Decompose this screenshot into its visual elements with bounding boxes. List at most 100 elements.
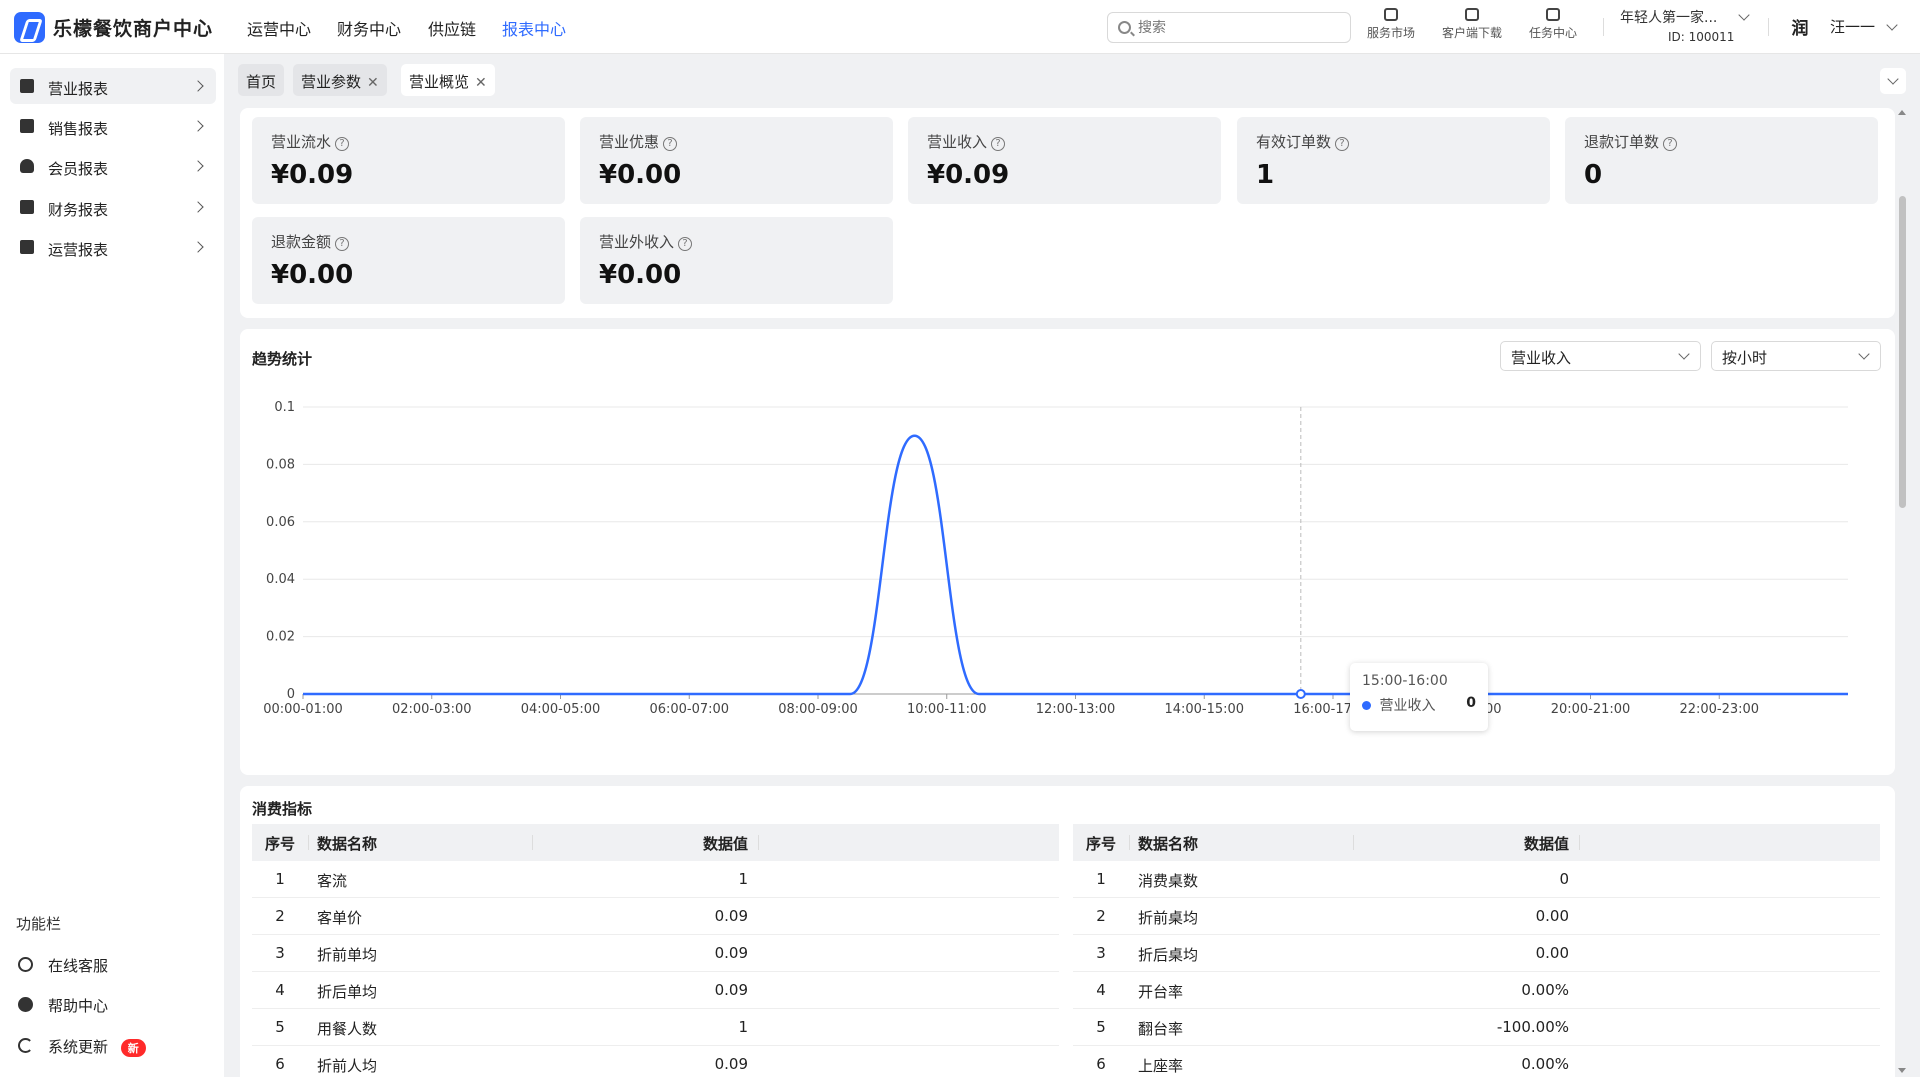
- nav-finance[interactable]: 财务中心: [337, 16, 401, 40]
- cell-index: 4: [275, 981, 285, 999]
- kpi-value: 1: [1256, 160, 1275, 190]
- y-tick-label: 0.08: [266, 457, 295, 472]
- sidebar: 营业报表 销售报表 会员报表 财务报表 运营报表 功能栏 在线客服 帮助中心 系…: [0, 54, 224, 1077]
- question-icon[interactable]: ?: [335, 137, 350, 151]
- kpi-panel: 营业流水? ¥0.09 营业优惠? ¥0.00 营业收入? ¥0.09 有效订单…: [240, 108, 1895, 318]
- cell-name: 用餐人数: [317, 1020, 378, 1038]
- user-menu[interactable]: 汪一一: [1830, 16, 1898, 37]
- sidebar-item-operation-report[interactable]: 运营报表: [10, 229, 216, 265]
- task-center-button[interactable]: 任务中心: [1518, 8, 1588, 41]
- kpi-card: 营业优惠? ¥0.00: [580, 117, 893, 204]
- cell-name: 折后单均: [317, 983, 378, 1001]
- avatar[interactable]: 润: [1787, 14, 1813, 40]
- metric-select[interactable]: 营业收入: [1500, 341, 1701, 371]
- kpi-title: 营业流水?: [271, 131, 565, 152]
- x-tick-label: 06:00-07:00: [649, 702, 729, 717]
- chevron-right-icon: [192, 80, 204, 92]
- divider: [1768, 18, 1769, 36]
- x-tick-label: 08:00-09:00: [778, 702, 858, 717]
- cell-value: 1: [738, 1018, 748, 1036]
- cell-value: 0.09: [714, 981, 748, 999]
- col-value: 数据值: [702, 835, 748, 853]
- nav-operations[interactable]: 运营中心: [247, 16, 311, 40]
- cell-value: 0.09: [714, 907, 748, 925]
- tab-business-params[interactable]: 营业参数 ✕: [293, 64, 387, 96]
- consumption-table-left: 序号 数据名称 数据值 1 客流 1 2 客单价 0.09 3 折前单均 0.09 4 折后单…: [252, 824, 1059, 1077]
- kpi-title: 营业优惠?: [599, 131, 893, 152]
- chevron-down-icon: [1886, 19, 1898, 31]
- question-icon[interactable]: ?: [1663, 137, 1678, 151]
- kpi-card: 有效订单数? 1: [1237, 117, 1550, 204]
- bank-icon: [20, 119, 34, 133]
- search-icon: [1118, 21, 1131, 34]
- online-service-link[interactable]: 在线客服: [18, 955, 108, 976]
- user-icon: [20, 159, 34, 173]
- tabs-dropdown-button[interactable]: [1880, 68, 1906, 94]
- cell-name: 翻台率: [1138, 1020, 1184, 1038]
- question-icon[interactable]: ?: [991, 137, 1006, 151]
- tab-home[interactable]: 首页: [238, 64, 285, 96]
- cell-name: 客单价: [317, 909, 363, 927]
- help-center-link[interactable]: 帮助中心: [18, 995, 108, 1016]
- online-service-label: 在线客服: [48, 957, 109, 975]
- ledger-icon: [20, 200, 34, 214]
- col-value: 数据值: [1523, 835, 1569, 853]
- brand-name[interactable]: 乐檬餐饮商户中心: [53, 14, 213, 41]
- question-icon[interactable]: ?: [335, 237, 350, 251]
- system-update-link[interactable]: 系统更新 新: [18, 1036, 146, 1057]
- x-tick-label: 14:00-15:00: [1164, 702, 1244, 717]
- sidebar-item-finance-report[interactable]: 财务报表: [10, 189, 216, 225]
- clipboard-check-icon: [1546, 8, 1560, 21]
- sidebar-item-member-report[interactable]: 会员报表: [10, 148, 216, 184]
- period-select[interactable]: 按小时: [1711, 341, 1881, 371]
- kpi-label: 退款金额: [271, 233, 332, 251]
- cell-value: 0.09: [714, 944, 748, 962]
- scroll-up-icon[interactable]: [1898, 110, 1906, 115]
- table-row: 3 折后桌均 0.00: [1073, 935, 1880, 972]
- help-icon: [18, 997, 33, 1012]
- series-line-revenue: [303, 434, 1848, 696]
- question-icon[interactable]: ?: [1335, 137, 1350, 151]
- brand-logo-icon[interactable]: [14, 12, 45, 43]
- cell-index: 2: [1096, 907, 1106, 925]
- cell-index: 3: [1096, 944, 1106, 962]
- question-icon[interactable]: ?: [663, 137, 678, 151]
- search-input[interactable]: [1138, 17, 1338, 39]
- store-switcher[interactable]: 年轻人第一家...: [1620, 7, 1750, 27]
- help-center-label: 帮助中心: [48, 997, 109, 1015]
- kpi-value: ¥0.09: [927, 160, 1010, 190]
- tab-business-overview[interactable]: 营业概览 ✕: [401, 64, 495, 96]
- service-market-button[interactable]: 服务市场: [1356, 8, 1426, 41]
- tooltip-time: 15:00-16:00: [1362, 673, 1448, 689]
- cell-value: 0.09: [714, 1055, 748, 1073]
- sidebar-item-label: 营业报表: [48, 80, 109, 98]
- cell-value: 1: [738, 870, 748, 888]
- cell-name: 折前桌均: [1138, 909, 1199, 927]
- y-tick-label: 0.1: [274, 400, 295, 415]
- sidebar-item-business-report[interactable]: 营业报表: [10, 68, 216, 104]
- close-icon[interactable]: ✕: [367, 75, 379, 91]
- nav-supply-chain[interactable]: 供应链: [428, 16, 476, 40]
- client-download-button[interactable]: 客户端下载: [1437, 8, 1507, 41]
- question-icon[interactable]: ?: [678, 237, 693, 251]
- trend-title: 趋势统计: [252, 350, 313, 368]
- cell-value: 0.00: [1535, 907, 1569, 925]
- page-scrollbar[interactable]: [1895, 108, 1909, 1077]
- kpi-label: 退款订单数: [1584, 133, 1660, 151]
- col-name: 数据名称: [317, 835, 378, 853]
- shop-bag-icon: [1384, 8, 1398, 21]
- y-tick-label: 0.02: [266, 630, 295, 645]
- sidebar-item-sales-report[interactable]: 销售报表: [10, 108, 216, 144]
- task-center-label: 任务中心: [1528, 26, 1577, 40]
- nav-reports[interactable]: 报表中心: [502, 16, 566, 40]
- scrollbar-thumb[interactable]: [1899, 196, 1906, 508]
- chevron-down-icon: [1858, 348, 1870, 360]
- close-icon[interactable]: ✕: [475, 75, 487, 91]
- table-row: 1 客流 1: [252, 861, 1059, 898]
- divider: [1603, 18, 1604, 36]
- search-box[interactable]: [1107, 12, 1351, 43]
- scroll-down-icon[interactable]: [1898, 1068, 1906, 1073]
- y-tick-label: 0: [287, 687, 295, 702]
- trend-line-chart[interactable]: 0 0.02 0.04 0.06 0.08 0.1 00:00-01:00 02:00-03…: [240, 369, 1895, 775]
- system-update-label: 系统更新: [48, 1038, 109, 1056]
